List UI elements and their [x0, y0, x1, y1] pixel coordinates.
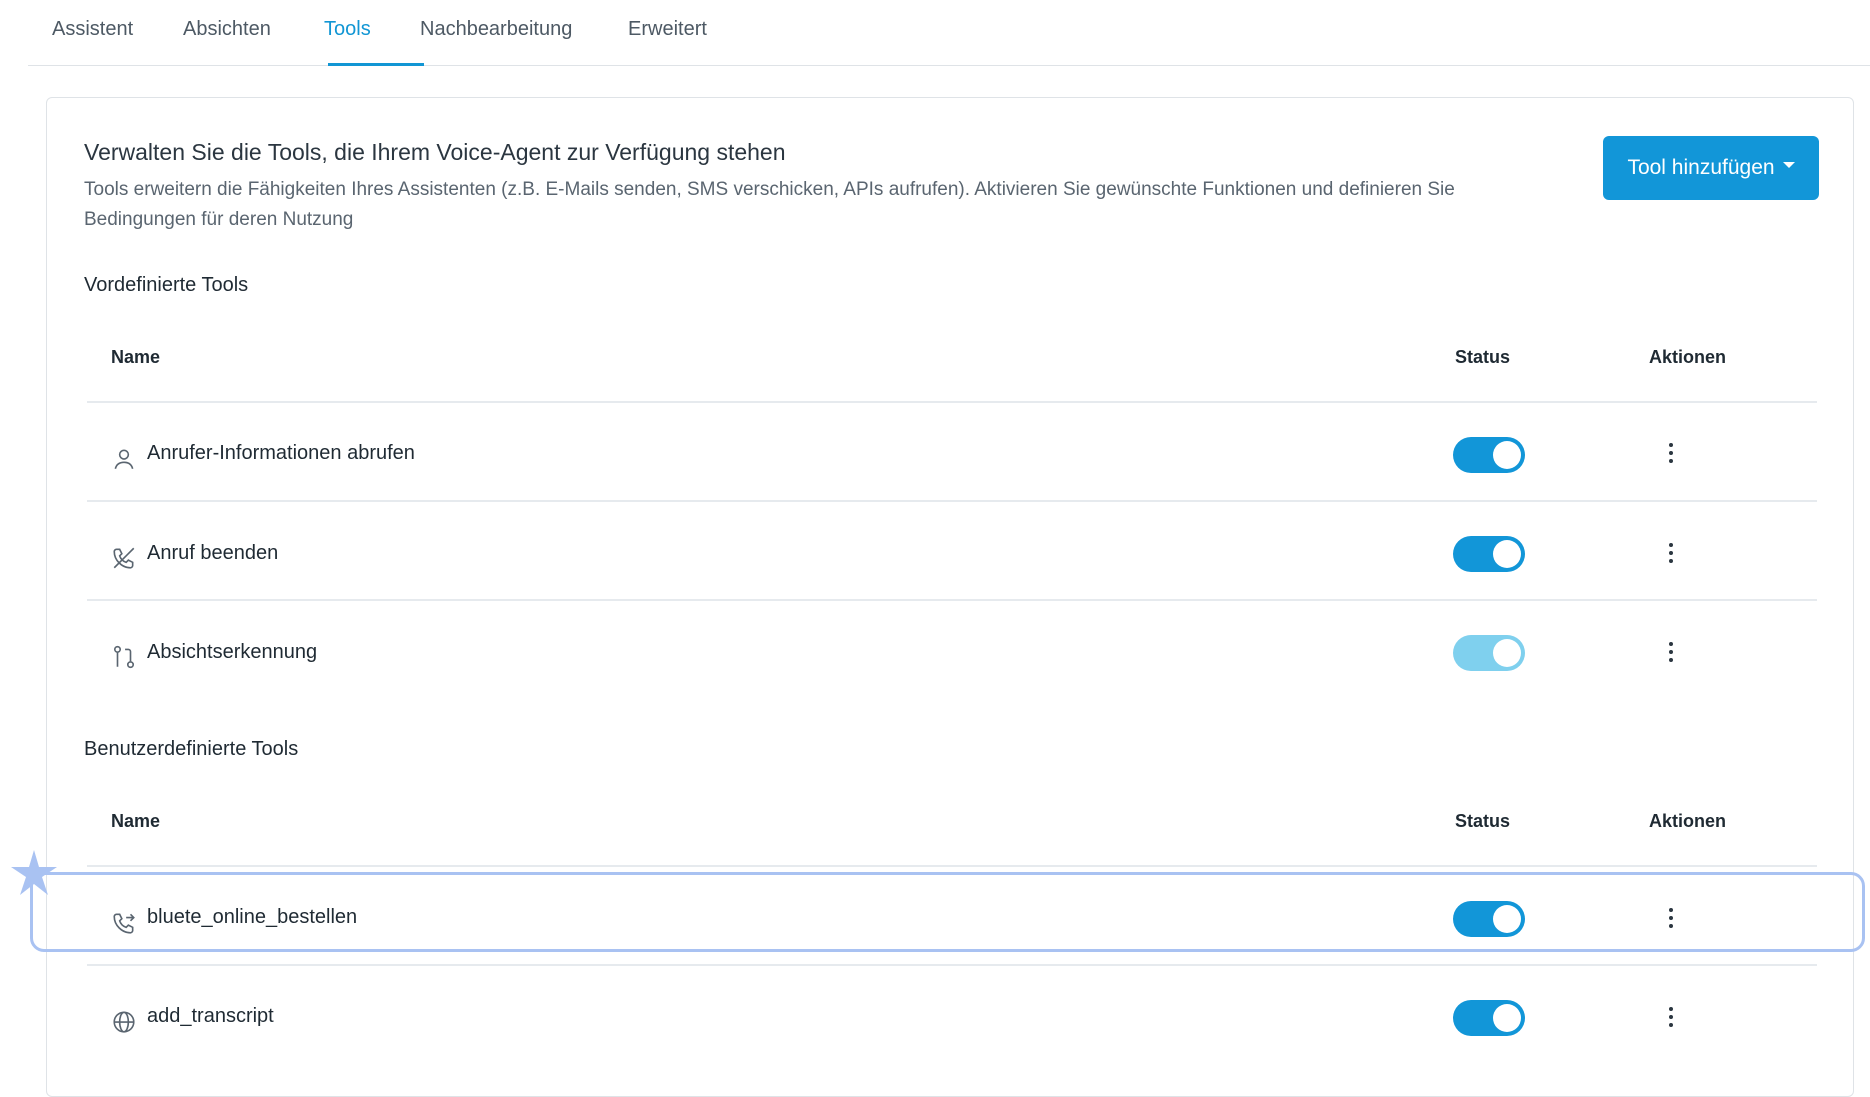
column-header-actions: Aktionen — [1649, 347, 1727, 367]
divider — [87, 865, 1817, 867]
page-description: Tools erweitern die Fähigkeiten Ihres As… — [84, 179, 1455, 230]
divider — [87, 500, 1817, 502]
status-toggle[interactable] — [1453, 536, 1525, 572]
more-actions-icon[interactable] — [1661, 906, 1681, 930]
section-title-custom: Benutzerdefinierte Tools — [84, 738, 299, 760]
phone-forward-icon — [111, 910, 137, 936]
tool-name: bluete_online_bestellen — [147, 906, 358, 928]
column-header-name: Name — [111, 347, 161, 367]
active-tab-indicator — [328, 63, 424, 66]
divider — [87, 599, 1817, 601]
more-actions-icon[interactable] — [1661, 640, 1681, 664]
more-actions-icon[interactable] — [1661, 541, 1681, 565]
tab-absichten[interactable]: Absichten — [183, 18, 271, 41]
star-icon — [9, 848, 59, 898]
column-header-status: Status — [1455, 811, 1511, 831]
tool-name: Anrufer-Informationen abrufen — [147, 442, 415, 464]
column-header-name: Name — [111, 811, 161, 831]
tools-card: Verwalten Sie die Tools, die Ihrem Voice… — [46, 97, 1854, 1097]
add-tool-button-label: Tool hinzufügen — [1627, 156, 1775, 179]
page-title: Verwalten Sie die Tools, die Ihrem Voice… — [84, 139, 786, 165]
branch-icon — [111, 644, 137, 670]
section-title-predefined: Vordefinierte Tools — [84, 274, 249, 296]
status-toggle[interactable] — [1453, 901, 1525, 937]
person-icon — [111, 446, 137, 472]
tab-tools[interactable]: Tools — [324, 18, 371, 41]
tool-name: Absichtserkennung — [147, 641, 318, 663]
tab-nachbearbeitung[interactable]: Nachbearbeitung — [420, 18, 572, 41]
tab-bar: Assistent Absichten Tools Nachbearbeitun… — [28, 0, 1870, 66]
divider — [87, 401, 1817, 403]
divider — [87, 964, 1817, 966]
caret-down-icon — [1782, 162, 1795, 168]
column-header-status: Status — [1455, 347, 1511, 367]
column-header-actions: Aktionen — [1649, 811, 1727, 831]
globe-icon — [111, 1009, 137, 1035]
add-tool-button[interactable]: Tool hinzufügen — [1603, 136, 1819, 200]
phone-hangup-icon — [111, 545, 137, 571]
tool-name: Anruf beenden — [147, 542, 279, 564]
status-toggle[interactable] — [1453, 635, 1525, 671]
more-actions-icon[interactable] — [1661, 1005, 1681, 1029]
status-toggle[interactable] — [1453, 437, 1525, 473]
status-toggle[interactable] — [1453, 1000, 1525, 1036]
tab-assistent[interactable]: Assistent — [52, 18, 133, 41]
tool-name: add_transcript — [147, 1005, 274, 1027]
tab-erweitert[interactable]: Erweitert — [628, 18, 707, 41]
more-actions-icon[interactable] — [1661, 441, 1681, 465]
